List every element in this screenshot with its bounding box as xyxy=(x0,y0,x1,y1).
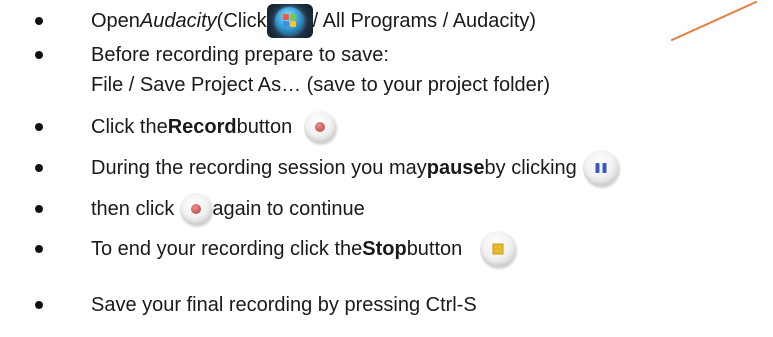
stop-icon xyxy=(480,231,517,267)
annotation-line xyxy=(671,1,757,41)
bullet xyxy=(35,301,43,309)
item-text: / All Programs / Audacity) xyxy=(312,9,537,32)
bullet xyxy=(35,123,43,131)
item-keyword: pause xyxy=(426,156,485,179)
item-text: by clicking xyxy=(484,156,577,179)
item-text: File / Save Project As… (save to your pr… xyxy=(91,74,551,96)
pause-icon xyxy=(582,150,619,186)
bullet xyxy=(35,17,43,25)
record-icon xyxy=(180,193,213,225)
bullet xyxy=(35,245,43,253)
bullet xyxy=(35,164,43,172)
bullet xyxy=(35,51,43,59)
item-text: then click xyxy=(91,197,175,220)
item-text: Save your final recording by pressing Ct… xyxy=(91,293,477,316)
windows-start-orb-icon xyxy=(266,4,313,38)
item-text: again to continue xyxy=(212,197,365,220)
item-text: Before recording prepare to save: xyxy=(91,44,389,66)
item-text: During the recording session you may xyxy=(91,156,427,179)
item-text: Click the xyxy=(91,115,168,138)
item-text: Open xyxy=(91,9,140,32)
item-text: button xyxy=(406,237,463,260)
item-text: To end your recording click the xyxy=(91,237,363,260)
item-text: button xyxy=(236,115,293,138)
item-keyword: Record xyxy=(167,115,237,138)
instruction-list: Open Audacity (Click / All Programs / Au… xyxy=(0,0,773,337)
item-keyword: Stop xyxy=(362,237,407,260)
app-name: Audacity xyxy=(139,9,217,32)
record-icon xyxy=(304,111,337,143)
bullet xyxy=(35,205,43,213)
item-text: (Click xyxy=(216,9,267,32)
